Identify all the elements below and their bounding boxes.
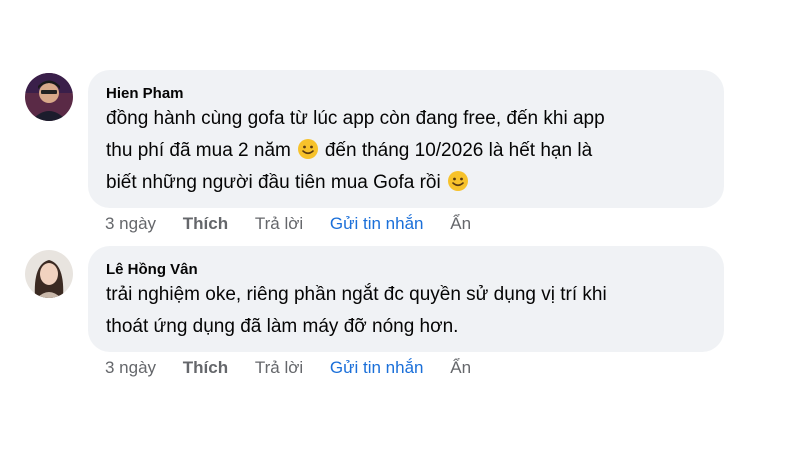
avatar[interactable]	[25, 73, 73, 121]
comment-line: thu phí đã mua 2 năm đến tháng 10/2026 là…	[106, 135, 706, 167]
comment-line: đồng hành cùng gofa từ lúc app còn đang …	[106, 108, 605, 129]
comment-line-part: biết những người đầu tiên mua Gofa rồi	[106, 172, 441, 193]
comment-line-part: thu phí đã mua 2 năm	[106, 140, 291, 161]
send-message-button[interactable]: Gửi tin nhắn	[330, 214, 424, 234]
hide-button[interactable]: Ẩn	[450, 358, 471, 378]
like-button[interactable]: Thích	[183, 358, 228, 378]
comment-actions: 3 ngày Thích Trả lời Gửi tin nhắn Ẩn	[105, 214, 493, 234]
reply-button[interactable]: Trả lời	[255, 214, 303, 234]
comment-line: trải nghiệm oke, riêng phần ngắt đc quyề…	[106, 284, 607, 305]
comment-bubble: Hien Pham đồng hành cùng gofa từ lúc app…	[88, 70, 724, 208]
comment-author[interactable]: Hien Pham	[106, 84, 706, 103]
comment-actions: 3 ngày Thích Trả lời Gửi tin nhắn Ẩn	[105, 358, 493, 378]
comment-text: đồng hành cùng gofa từ lúc app còn đang …	[106, 103, 706, 199]
slightly-smiling-face-icon	[447, 171, 468, 191]
comment-line: biết những người đầu tiên mua Gofa rồi	[106, 167, 706, 199]
comment-line-part: đến tháng 10/2026 là hết hạn là	[324, 140, 593, 161]
reply-button[interactable]: Trả lời	[255, 358, 303, 378]
hide-button[interactable]: Ẩn	[450, 214, 471, 234]
comment-timestamp[interactable]: 3 ngày	[105, 214, 156, 234]
comment-text: trải nghiệm oke, riêng phần ngắt đc quyề…	[106, 279, 706, 343]
avatar[interactable]	[25, 250, 73, 298]
send-message-button[interactable]: Gửi tin nhắn	[330, 358, 424, 378]
comment-bubble: Lê Hồng Vân trải nghiệm oke, riêng phần …	[88, 246, 724, 352]
comment-line: thoát ứng dụng đã làm máy đỡ nóng hơn.	[106, 316, 459, 337]
like-button[interactable]: Thích	[183, 214, 228, 234]
comment-author[interactable]: Lê Hồng Vân	[106, 260, 706, 279]
comment-timestamp[interactable]: 3 ngày	[105, 358, 156, 378]
slightly-smiling-face-icon	[297, 139, 318, 159]
